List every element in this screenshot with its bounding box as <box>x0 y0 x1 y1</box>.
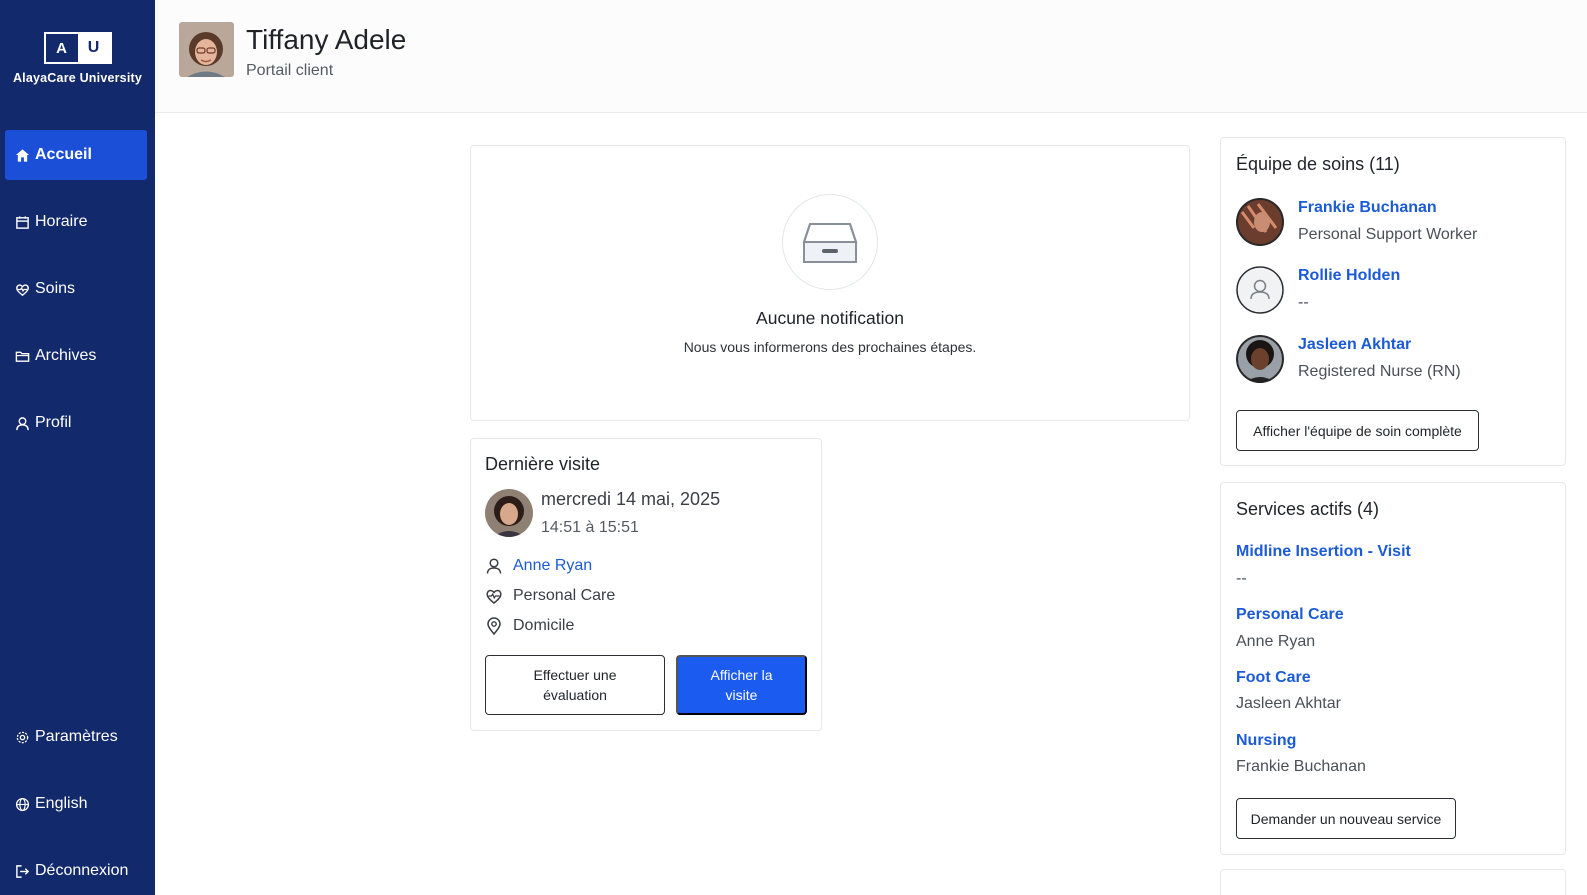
portal-subtitle: Portail client <box>246 62 334 79</box>
nav-label: Soins <box>35 280 76 297</box>
logout-icon <box>16 864 30 878</box>
team-member: Rollie Holden -- <box>1236 266 1556 316</box>
nav-item-profil[interactable]: Profil <box>5 398 147 448</box>
member-name-link[interactable]: Frankie Buchanan <box>1298 199 1437 217</box>
sidebar: A U AlayaCare University Accueil Horaire… <box>0 0 155 895</box>
folder-icon <box>15 351 30 362</box>
notifications-empty-title: Aucune notification <box>756 308 904 328</box>
member-role: Registered Nurse (RN) <box>1298 363 1461 380</box>
member-avatar-placeholder <box>1236 266 1284 314</box>
logo-mark: A U <box>43 32 112 64</box>
gear-icon <box>16 731 29 743</box>
evaluate-button[interactable]: Effectuer une évaluation <box>485 655 665 715</box>
active-services-title: Services actifs (4) <box>1236 499 1380 519</box>
nav-label: Profil <box>35 414 72 431</box>
visit-time: 14:51 à 15:51 <box>541 519 639 536</box>
member-name-link[interactable]: Jasleen Akhtar <box>1298 336 1411 354</box>
nav-item-language[interactable]: English <box>5 779 147 829</box>
inbox-icon <box>802 223 858 263</box>
nav-label: Horaire <box>35 213 88 230</box>
home-icon <box>15 148 30 162</box>
nav-item-deconnexion[interactable]: Déconnexion <box>5 846 147 895</box>
heart-pulse-icon <box>16 283 29 296</box>
member-role: Personal Support Worker <box>1298 226 1478 243</box>
client-avatar <box>179 22 234 77</box>
nav-label: Paramètres <box>35 728 118 745</box>
notifications-card: Aucune notification Nous vous informeron… <box>470 145 1190 421</box>
visit-date: mercredi 14 mai, 2025 <box>541 489 721 509</box>
next-card-partial <box>1220 869 1566 895</box>
user-icon <box>486 558 502 574</box>
brand-name: AlayaCare University <box>12 71 143 85</box>
nav-item-parametres[interactable]: Paramètres <box>5 712 147 762</box>
care-team-card: Équipe de soins (11) Frankie Buchanan Pe… <box>1220 137 1566 466</box>
service-assignee: -- <box>1236 570 1247 587</box>
request-service-button[interactable]: Demander un nouveau service <box>1236 798 1456 839</box>
service-link[interactable]: Midline Insertion - Visit <box>1236 543 1411 561</box>
nav-item-archives[interactable]: Archives <box>5 331 147 381</box>
nav-label: English <box>35 795 88 812</box>
visit-caregiver-row: Anne Ryan <box>485 557 592 575</box>
client-name: Tiffany Adele <box>246 24 407 55</box>
nav-label: Déconnexion <box>35 862 129 879</box>
service-assignee: Frankie Buchanan <box>1236 758 1366 775</box>
nav-item-horaire[interactable]: Horaire <box>5 197 147 247</box>
team-member: Frankie Buchanan Personal Support Worker <box>1236 198 1556 248</box>
notifications-empty-description: Nous vous informerons des prochaines éta… <box>683 339 977 355</box>
page-header: Tiffany Adele Portail client <box>155 0 1587 113</box>
caregiver-avatar <box>485 489 533 537</box>
service-link[interactable]: Nursing <box>1236 732 1296 750</box>
location-pin-icon <box>487 617 501 635</box>
visit-location: Domicile <box>513 617 575 634</box>
visit-location-row: Domicile <box>485 617 574 635</box>
nav-label: Archives <box>35 347 97 364</box>
nav-item-accueil[interactable]: Accueil <box>5 130 147 180</box>
member-name-link[interactable]: Rollie Holden <box>1298 267 1400 285</box>
service-assignee: Jasleen Akhtar <box>1236 695 1341 712</box>
service-assignee: Anne Ryan <box>1236 633 1316 650</box>
team-member: Jasleen Akhtar Registered Nurse (RN) <box>1236 335 1556 385</box>
care-team-title: Équipe de soins (11) <box>1236 154 1400 174</box>
service-link[interactable]: Personal Care <box>1236 606 1344 624</box>
caregiver-link[interactable]: Anne Ryan <box>513 557 592 575</box>
service-link[interactable]: Foot Care <box>1236 669 1311 687</box>
logo-left: A <box>45 34 78 62</box>
logo-right: U <box>77 34 110 62</box>
heart-pulse-icon <box>486 589 502 604</box>
member-role: -- <box>1298 294 1309 311</box>
member-avatar <box>1236 198 1284 246</box>
visit-service: Personal Care <box>513 587 616 604</box>
user-icon <box>16 416 29 430</box>
brand-logo[interactable]: A U AlayaCare University <box>0 32 155 85</box>
visit-service-row: Personal Care <box>485 587 615 605</box>
empty-inbox-illustration <box>782 194 878 290</box>
nav-label: Accueil <box>35 146 92 163</box>
last-visit-card: Dernière visite mercredi 14 mai, 2025 14… <box>470 438 822 731</box>
view-visit-button[interactable]: Afficher la visite <box>676 655 807 715</box>
member-avatar <box>1236 335 1284 383</box>
last-visit-title: Dernière visite <box>485 454 601 474</box>
view-full-team-button[interactable]: Afficher l'équipe de soin complète <box>1236 410 1479 451</box>
globe-icon <box>15 797 30 811</box>
calendar-icon <box>16 215 29 229</box>
nav-item-soins[interactable]: Soins <box>5 264 147 314</box>
active-services-card: Services actifs (4) Midline Insertion - … <box>1220 482 1566 855</box>
